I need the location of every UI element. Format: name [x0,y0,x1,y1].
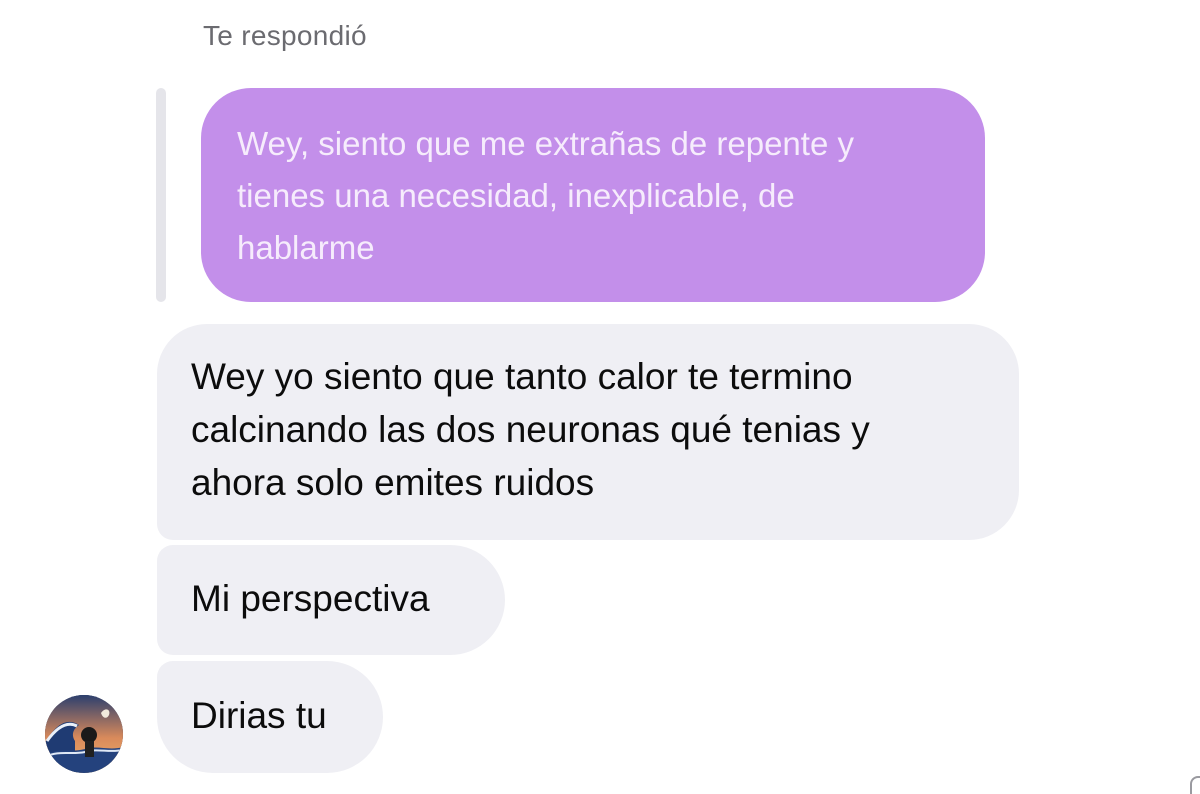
scroll-indicator [1190,776,1200,794]
message-bubble[interactable]: Dirias tu [157,661,383,773]
avatar[interactable] [45,695,123,773]
great-wave-avatar-icon [45,695,123,773]
message-bubble[interactable]: Wey yo siento que tanto calor te termino… [157,324,1019,540]
reply-header: Te respondió [203,20,367,51]
quote-bar [156,88,166,302]
quoted-message-bubble[interactable]: Wey, siento que me extrañas de repente y… [201,88,985,302]
message-bubble[interactable]: Mi perspectiva [157,545,505,655]
chat-thread: Te respondió Wey, siento que me extrañas… [0,0,1200,794]
